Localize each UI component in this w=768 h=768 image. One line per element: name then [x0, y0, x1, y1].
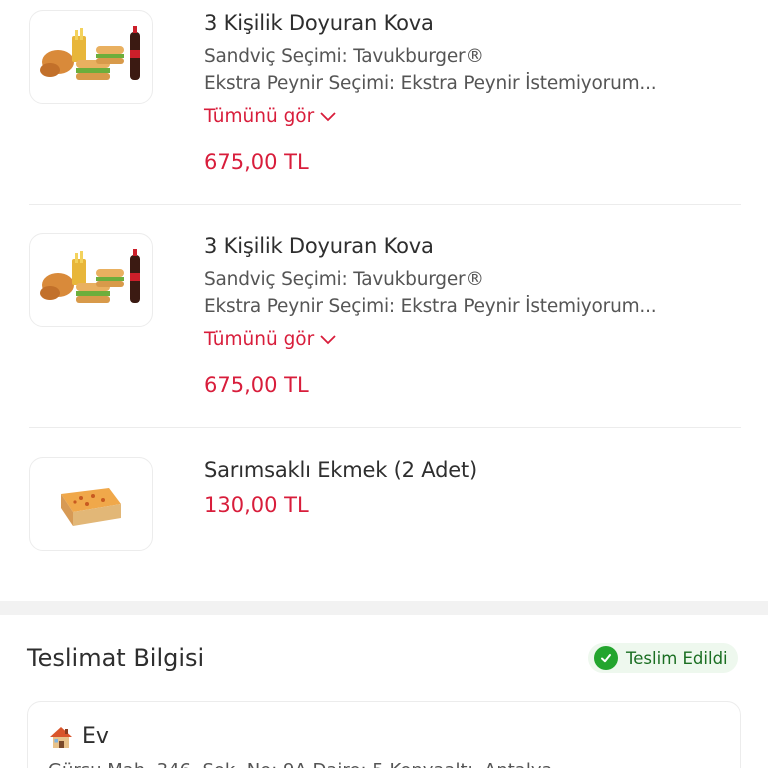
see-all-label: Tümünü gör: [204, 329, 315, 350]
house-icon: [50, 726, 72, 748]
address-card[interactable]: Ev Gürsu Mah. 346. Sok. No: 9A Daire: 5 …: [27, 701, 741, 768]
address-type-label: Ev: [82, 724, 109, 749]
chevron-down-icon: [320, 334, 336, 344]
item-option: Sandviç Seçimi: Tavukburger®: [204, 46, 484, 67]
chevron-down-icon: [320, 111, 336, 121]
item-option: Ekstra Peynir Seçimi: Ekstra Peynir İste…: [204, 73, 657, 94]
bucket-meal-image: [40, 249, 140, 303]
check-circle-icon: [594, 646, 618, 670]
order-item: 3 Kişilik Doyuran Kova Sandviç Seçimi: T…: [0, 0, 768, 205]
item-option: Sandviç Seçimi: Tavukburger®: [204, 269, 484, 290]
status-label: Teslim Edildi: [626, 648, 728, 668]
item-price: 675,00 TL: [204, 373, 309, 397]
item-title: 3 Kişilik Doyuran Kova: [204, 234, 434, 258]
section-separator: [0, 601, 768, 615]
see-all-link[interactable]: Tümünü gör: [204, 329, 336, 350]
status-badge: Teslim Edildi: [588, 643, 738, 673]
divider: [29, 427, 741, 428]
order-item: 3 Kişilik Doyuran Kova Sandviç Seçimi: T…: [0, 223, 768, 428]
delivery-section-title: Teslimat Bilgisi: [27, 644, 205, 672]
product-image[interactable]: [29, 233, 153, 327]
item-title: 3 Kişilik Doyuran Kova: [204, 11, 434, 35]
see-all-label: Tümünü gör: [204, 106, 315, 127]
item-price: 130,00 TL: [204, 493, 309, 517]
see-all-link[interactable]: Tümünü gör: [204, 106, 336, 127]
product-image[interactable]: [29, 10, 153, 104]
garlic-bread-image: [61, 488, 121, 526]
product-image[interactable]: [29, 457, 153, 551]
order-item: Sarımsaklı Ekmek (2 Adet) 130,00 TL: [0, 447, 768, 557]
address-type: Ev: [48, 724, 109, 749]
address-line: Gürsu Mah. 346. Sok. No: 9A Daire: 5 Kon…: [48, 760, 553, 768]
item-title: Sarımsaklı Ekmek (2 Adet): [204, 458, 477, 482]
bucket-meal-image: [40, 26, 140, 80]
item-price: 675,00 TL: [204, 150, 309, 174]
item-option: Ekstra Peynir Seçimi: Ekstra Peynir İste…: [204, 296, 657, 317]
divider: [29, 204, 741, 205]
